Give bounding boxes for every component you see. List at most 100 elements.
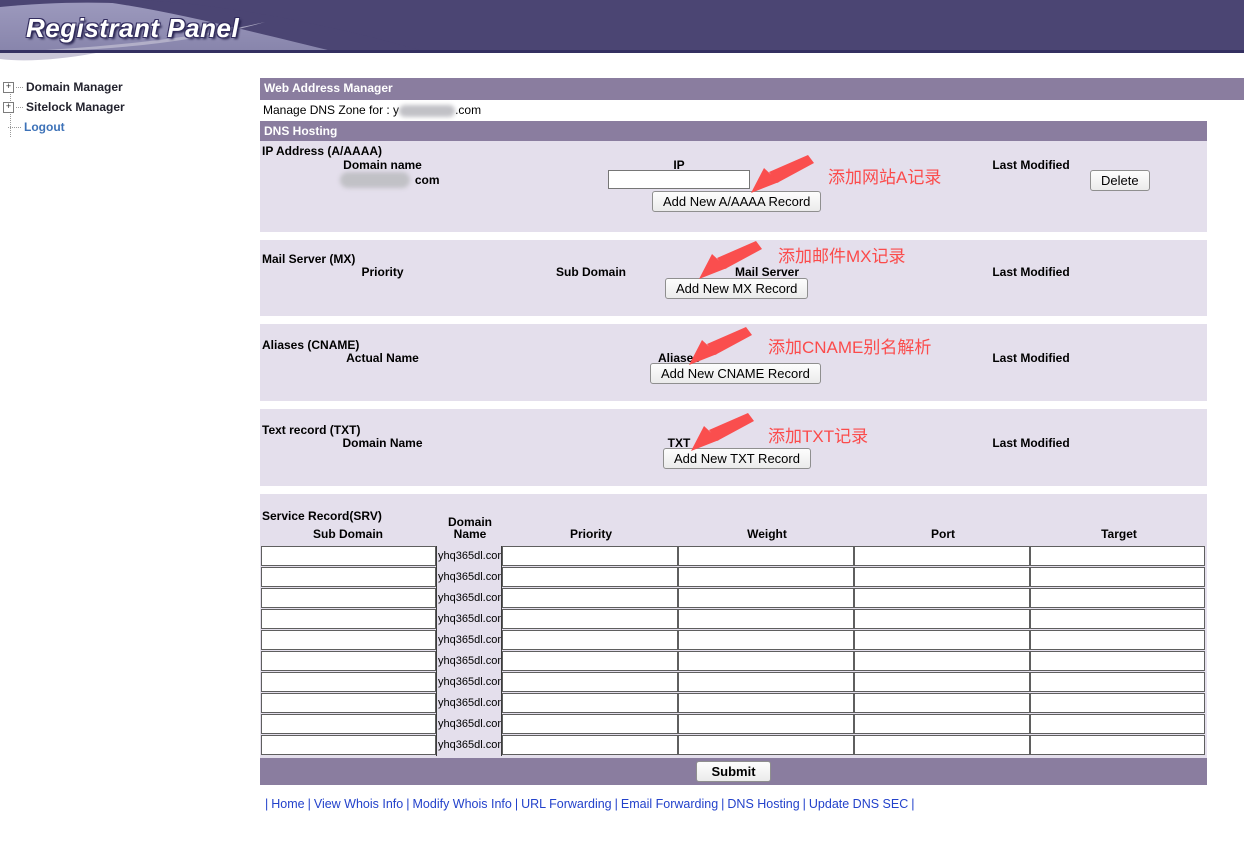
srv-sub-domain-header: Sub Domain (270, 527, 426, 541)
redacted-domain-blur (399, 105, 455, 117)
srv-sub-domain-input[interactable] (261, 630, 436, 650)
srv-target-input[interactable] (1030, 567, 1205, 587)
last-modified-header: Last Modified (950, 436, 1112, 450)
srv-port-input[interactable] (854, 672, 1030, 692)
srv-target-input[interactable] (1030, 735, 1205, 755)
add-mx-record-button[interactable]: Add New MX Record (665, 278, 808, 299)
srv-port-input[interactable] (854, 651, 1030, 671)
srv-table-row: yhq365dl.com (261, 630, 1207, 651)
srv-port-input[interactable] (854, 609, 1030, 629)
txt-record-section: Text record (TXT) Domain Name TXT Last M… (260, 409, 1207, 486)
srv-weight-input[interactable] (678, 672, 854, 692)
footer-link-modify-whois[interactable]: Modify Whois Info (413, 797, 512, 811)
sidebar-item-sitelock-manager[interactable]: + Sitelock Manager (3, 97, 253, 117)
srv-priority-input[interactable] (502, 630, 678, 650)
srv-table-row: yhq365dl.com (261, 546, 1207, 567)
cname-section-label: Aliases (CNAME) (262, 338, 359, 352)
srv-priority-input[interactable] (502, 651, 678, 671)
srv-weight-input[interactable] (678, 735, 854, 755)
separator: | (515, 797, 518, 811)
expand-plus-icon[interactable]: + (3, 102, 14, 113)
srv-weight-input[interactable] (678, 630, 854, 650)
delete-button[interactable]: Delete (1090, 170, 1150, 191)
zone-prefix-text: Manage DNS Zone for : y (263, 103, 399, 117)
srv-domain-name-header: Domain Name (438, 516, 502, 540)
srv-weight-input[interactable] (678, 609, 854, 629)
logout-link[interactable]: Logout (24, 120, 65, 134)
srv-priority-input[interactable] (502, 546, 678, 566)
ip-input[interactable] (608, 170, 750, 189)
sidebar-nav: + Domain Manager + Sitelock Manager Logo… (3, 77, 253, 137)
srv-target-input[interactable] (1030, 630, 1205, 650)
srv-domain-name: yhq365dl.com (436, 588, 502, 609)
srv-sub-domain-input[interactable] (261, 735, 436, 755)
srv-priority-header: Priority (514, 527, 668, 541)
cname-record-annotation: 添加CNAME别名解析 (768, 333, 931, 358)
srv-domain-name: yhq365dl.com (436, 567, 502, 588)
srv-port-input[interactable] (854, 588, 1030, 608)
srv-port-input[interactable] (854, 546, 1030, 566)
srv-target-input[interactable] (1030, 588, 1205, 608)
srv-sub-domain-input[interactable] (261, 672, 436, 692)
srv-sub-domain-input[interactable] (261, 693, 436, 713)
expand-plus-icon[interactable]: + (3, 82, 14, 93)
srv-port-input[interactable] (854, 630, 1030, 650)
srv-port-input[interactable] (854, 693, 1030, 713)
srv-sub-domain-input[interactable] (261, 609, 436, 629)
srv-priority-input[interactable] (502, 567, 678, 587)
footer-link-dns-hosting[interactable]: DNS Hosting (727, 797, 799, 811)
srv-domain-name: yhq365dl.com (436, 672, 502, 693)
srv-port-input[interactable] (854, 714, 1030, 734)
last-modified-header: Last Modified (950, 351, 1112, 365)
srv-sub-domain-input[interactable] (261, 567, 436, 587)
srv-sub-domain-input[interactable] (261, 714, 436, 734)
srv-sub-domain-input[interactable] (261, 588, 436, 608)
srv-weight-input[interactable] (678, 567, 854, 587)
last-modified-header: Last Modified (950, 158, 1112, 172)
srv-table-row: yhq365dl.com (261, 588, 1207, 609)
submit-bar: Submit (260, 758, 1207, 785)
srv-domain-name: yhq365dl.com (436, 630, 502, 651)
srv-target-input[interactable] (1030, 651, 1205, 671)
domain-manager-label[interactable]: Domain Manager (26, 80, 123, 94)
srv-priority-input[interactable] (502, 588, 678, 608)
srv-target-input[interactable] (1030, 546, 1205, 566)
separator: | (265, 797, 268, 811)
srv-weight-input[interactable] (678, 693, 854, 713)
srv-priority-input[interactable] (502, 672, 678, 692)
domain-name-header: Domain Name (310, 436, 455, 450)
sitelock-manager-label[interactable]: Sitelock Manager (26, 100, 125, 114)
srv-domain-name: yhq365dl.com (436, 693, 502, 714)
srv-port-input[interactable] (854, 567, 1030, 587)
srv-weight-header: Weight (690, 527, 844, 541)
srv-sub-domain-input[interactable] (261, 651, 436, 671)
srv-target-input[interactable] (1030, 609, 1205, 629)
domain-suffix-text: com (415, 173, 440, 187)
srv-weight-input[interactable] (678, 651, 854, 671)
srv-table-row: yhq365dl.com (261, 651, 1207, 672)
footer-link-update-dns-sec[interactable]: Update DNS SEC (809, 797, 908, 811)
srv-weight-input[interactable] (678, 588, 854, 608)
submit-button[interactable]: Submit (696, 761, 770, 782)
srv-target-input[interactable] (1030, 693, 1205, 713)
separator: | (406, 797, 409, 811)
srv-target-input[interactable] (1030, 672, 1205, 692)
footer-link-email-forwarding[interactable]: Email Forwarding (621, 797, 718, 811)
sidebar-item-logout[interactable]: Logout (3, 117, 253, 137)
srv-target-input[interactable] (1030, 714, 1205, 734)
srv-priority-input[interactable] (502, 693, 678, 713)
srv-domain-name: yhq365dl.com (436, 609, 502, 630)
srv-priority-input[interactable] (502, 714, 678, 734)
srv-sub-domain-input[interactable] (261, 546, 436, 566)
srv-priority-input[interactable] (502, 735, 678, 755)
red-arrow-annotation-icon (750, 155, 814, 195)
srv-priority-input[interactable] (502, 609, 678, 629)
srv-weight-input[interactable] (678, 546, 854, 566)
footer-link-view-whois[interactable]: View Whois Info (314, 797, 403, 811)
footer-link-url-forwarding[interactable]: URL Forwarding (521, 797, 612, 811)
srv-weight-input[interactable] (678, 714, 854, 734)
footer-link-home[interactable]: Home (271, 797, 304, 811)
srv-port-input[interactable] (854, 735, 1030, 755)
sidebar-item-domain-manager[interactable]: + Domain Manager (3, 77, 253, 97)
srv-rows: yhq365dl.com yhq365dl.com yhq365dl.com (261, 546, 1207, 756)
